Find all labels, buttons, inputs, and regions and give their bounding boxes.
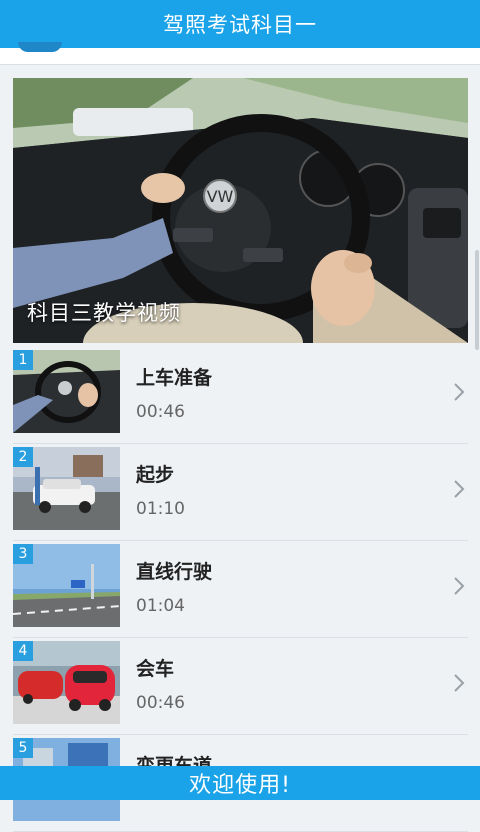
svg-text:VW: VW bbox=[207, 187, 234, 206]
lesson-thumbnail: 4 bbox=[13, 641, 120, 724]
lesson-number-badge: 2 bbox=[13, 447, 33, 467]
lesson-thumbnail: 3 bbox=[13, 544, 120, 627]
page-title: 驾照考试科目一 bbox=[163, 13, 317, 37]
lesson-number-badge: 5 bbox=[13, 738, 33, 758]
lesson-title: 上车准备 bbox=[136, 367, 213, 389]
hero-banner[interactable]: VW 科目三教学视频 bbox=[13, 78, 468, 343]
title-bar: 驾照考试科目一 bbox=[0, 0, 480, 48]
lesson-thumbnail: 2 bbox=[13, 447, 120, 530]
lesson-duration: 00:46 bbox=[136, 402, 185, 422]
chevron-right-icon bbox=[454, 383, 465, 401]
footer-text: 欢迎使用! bbox=[189, 773, 291, 798]
tab-indicator bbox=[18, 42, 62, 52]
lesson-number-badge: 4 bbox=[13, 641, 33, 661]
list-item[interactable]: 4 会车 00:46 bbox=[13, 638, 468, 735]
scrollbar[interactable] bbox=[475, 250, 479, 350]
lesson-duration: 00:46 bbox=[136, 693, 185, 713]
lesson-number-badge: 3 bbox=[13, 544, 33, 564]
lesson-duration: 01:04 bbox=[136, 596, 185, 616]
lesson-title: 会车 bbox=[136, 658, 175, 680]
lesson-number-badge: 1 bbox=[13, 350, 33, 370]
hero-title: 科目三教学视频 bbox=[27, 301, 181, 325]
list-item[interactable]: 2 起步 01:10 bbox=[13, 444, 468, 541]
footer-banner: 欢迎使用! bbox=[0, 766, 480, 800]
lesson-list: 1 上车准备 00:46 2 起步 01:10 3 直线行驶 01:04 4 会… bbox=[13, 347, 468, 832]
chevron-right-icon bbox=[454, 674, 465, 692]
list-item[interactable]: 1 上车准备 00:46 bbox=[13, 347, 468, 444]
tab-strip bbox=[0, 42, 480, 65]
lesson-duration: 01:10 bbox=[136, 499, 185, 519]
lesson-title: 起步 bbox=[136, 464, 175, 486]
chevron-right-icon bbox=[454, 577, 465, 595]
lesson-thumbnail: 1 bbox=[13, 350, 120, 433]
chevron-right-icon bbox=[454, 480, 465, 498]
lesson-title: 直线行驶 bbox=[136, 561, 213, 583]
list-item[interactable]: 3 直线行驶 01:04 bbox=[13, 541, 468, 638]
